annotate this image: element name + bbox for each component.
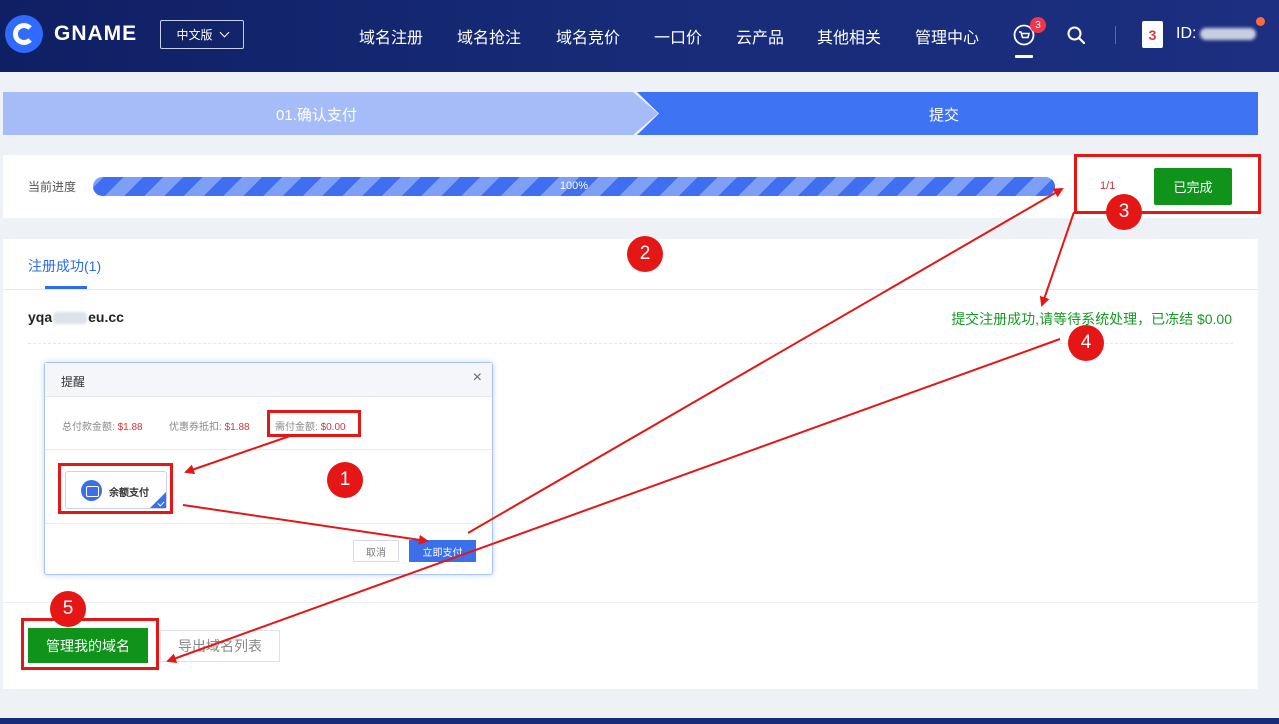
tab-register-success-count: (1) (84, 258, 102, 274)
highlight-manage-button (21, 618, 159, 670)
search-icon[interactable] (1066, 25, 1086, 45)
close-icon[interactable]: × (473, 369, 482, 387)
annotation-3: 3 (1106, 194, 1142, 230)
nav-domain-snapback[interactable]: 域名抢注 (457, 24, 521, 48)
coupon-deduction-value: $1.88 (224, 422, 250, 433)
gname-logo-icon[interactable] (5, 15, 43, 53)
top-header: GNAME 中文版 域名注册 域名抢注 域名竞价 一口价 云产品 其他相关 管理… (0, 0, 1279, 72)
highlight-amount-due (267, 410, 361, 437)
coupon-deduction: 优惠券抵扣: $1.88 (169, 418, 250, 433)
playing-card-icon[interactable]: 3 (1142, 21, 1163, 48)
domain-name-suffix: eu.cc (88, 309, 124, 325)
progress-bar: 100% (93, 177, 1055, 196)
progress-label: 当前进度 (28, 180, 77, 194)
language-label: 中文版 (176, 28, 213, 42)
step-indicator: 01.确认支付 提交 (3, 92, 1258, 135)
progress-percent: 100% (559, 180, 589, 192)
total-amount-label: 总付款金额: (62, 422, 115, 433)
pay-now-button[interactable]: 立即支付 (409, 540, 476, 562)
footer-divider (3, 602, 1258, 603)
tab-register-success-label: 注册成功 (28, 258, 84, 274)
dialog-divider (45, 449, 492, 450)
tab-divider (3, 289, 1258, 290)
annotation-2: 2 (627, 236, 663, 272)
dialog-footer-divider (45, 523, 492, 524)
tab-register-success[interactable]: 注册成功(1) (28, 256, 101, 276)
total-amount: 总付款金额: $1.88 (62, 418, 143, 433)
nav-fixed-price[interactable]: 一口价 (654, 24, 702, 48)
brand-name: GNAME (54, 22, 138, 45)
annotation-5: 5 (50, 591, 86, 627)
cart-active-indicator (1015, 55, 1033, 58)
header-divider (1115, 26, 1116, 44)
domain-name-redacted (53, 312, 88, 325)
step-submit-label: 提交 (929, 107, 960, 124)
user-id-label: ID: (1176, 25, 1197, 42)
nav-management-center[interactable]: 管理中心 (915, 24, 979, 48)
highlight-progress-status (1074, 154, 1261, 214)
row-divider (28, 343, 1233, 344)
step-submit: 提交 (637, 92, 1258, 135)
nav-domain-auction[interactable]: 域名竞价 (556, 24, 620, 48)
user-id[interactable]: ID: (1176, 25, 1257, 43)
nav-domain-register[interactable]: 域名注册 (359, 24, 423, 48)
annotation-1: 1 (327, 462, 363, 498)
annotation-4: 4 (1068, 325, 1104, 361)
nav-cloud-products[interactable]: 云产品 (736, 24, 784, 48)
domain-name: yqa eu.cc (28, 309, 124, 325)
nav-other[interactable]: 其他相关 (817, 24, 881, 48)
coupon-deduction-label: 优惠券抵扣: (169, 422, 222, 433)
step-confirm-payment-label: 01.确认支付 (276, 107, 357, 124)
user-id-redacted (1200, 27, 1257, 40)
notification-dot (1256, 17, 1265, 26)
step-confirm-payment: 01.确认支付 (3, 92, 658, 135)
language-selector[interactable]: 中文版 (160, 20, 244, 49)
cart-count-badge: 3 (1030, 17, 1046, 33)
bottom-bar (0, 718, 1279, 724)
progress-panel: 当前进度 100% 1/1 已完成 (3, 155, 1258, 218)
export-domain-list-button[interactable]: 导出域名列表 (160, 630, 280, 662)
highlight-balance-payment (58, 463, 173, 514)
dialog-title: 提醒 (61, 375, 86, 389)
total-amount-value: $1.88 (117, 422, 143, 433)
dialog-header: 提醒 × (45, 363, 492, 397)
chevron-down-icon (219, 27, 229, 38)
domain-name-prefix: yqa (28, 309, 53, 325)
cancel-button[interactable]: 取消 (353, 540, 399, 562)
